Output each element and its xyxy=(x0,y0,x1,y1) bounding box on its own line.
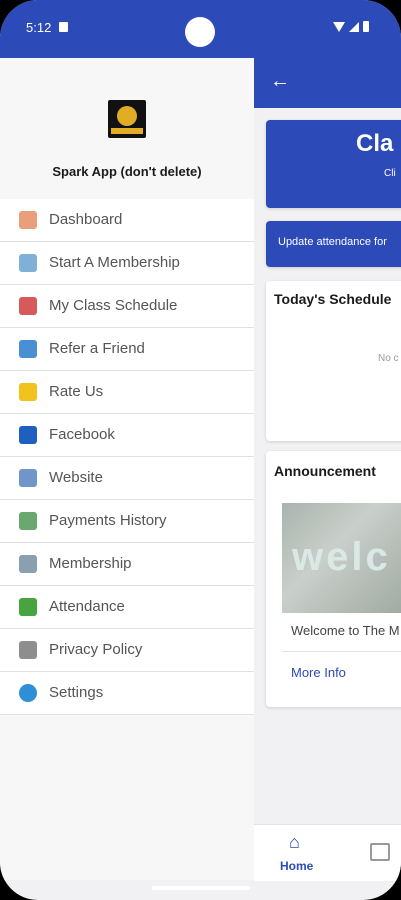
menu-item-label: Website xyxy=(49,469,103,486)
app-name: Spark App (don't delete) xyxy=(52,164,202,179)
menu-item-label: Payments History xyxy=(49,512,167,529)
menu-item-label: Membership xyxy=(49,555,132,572)
navigation-drawer: Spark App (don't delete) Dashboard Start… xyxy=(0,58,254,880)
menu-item-label: My Class Schedule xyxy=(49,297,178,314)
announcement-image-text: welc xyxy=(292,535,391,579)
divider xyxy=(282,651,401,652)
menu-item-label: Attendance xyxy=(49,598,125,615)
home-icon[interactable]: ⌂ xyxy=(289,833,307,851)
app-logo xyxy=(108,100,146,138)
battery-icon xyxy=(363,21,369,32)
announcement-image: welc xyxy=(282,503,401,613)
store-icon[interactable] xyxy=(370,843,390,861)
shield-icon xyxy=(19,641,37,659)
status-icons xyxy=(333,21,369,32)
sim-icon xyxy=(59,22,68,32)
home-indicator[interactable] xyxy=(152,886,250,890)
signal-icon xyxy=(349,21,359,32)
status-bar: 5:12 xyxy=(0,0,401,58)
announcement-card: Announcement welc Welcome to The M More … xyxy=(266,451,401,707)
menu-item-settings[interactable]: Settings xyxy=(0,672,254,715)
schedule-card: Today's Schedule No c xyxy=(266,281,401,441)
person-icon xyxy=(19,340,37,358)
wifi-icon xyxy=(333,21,345,32)
phone-screen: 5:12 ← Cla Cli Update attendance for Tod… xyxy=(0,0,401,900)
logo-banner xyxy=(111,128,143,134)
menu-item-website[interactable]: Website xyxy=(0,457,254,500)
gear-icon xyxy=(19,684,37,702)
house-icon xyxy=(19,211,37,229)
nav-home-label[interactable]: Home xyxy=(280,859,313,873)
star-icon xyxy=(19,383,37,401)
menu-item-label: Rate Us xyxy=(49,383,104,400)
drawer-menu: Dashboard Start A Membership My Class Sc… xyxy=(0,199,254,715)
calendar-icon xyxy=(19,297,37,315)
status-time: 5:12 xyxy=(26,20,52,35)
menu-item-label: Privacy Policy xyxy=(49,641,143,658)
menu-item-start-membership[interactable]: Start A Membership xyxy=(0,242,254,285)
clipboard-icon xyxy=(19,555,37,573)
menu-item-label: Start A Membership xyxy=(49,254,180,271)
menu-item-rate-us[interactable]: Rate Us xyxy=(0,371,254,414)
menu-item-membership[interactable]: Membership xyxy=(0,543,254,586)
card-icon xyxy=(19,254,37,272)
menu-item-label: Facebook xyxy=(49,426,115,443)
class-title: Cla xyxy=(356,130,394,157)
camera-cutout xyxy=(185,17,215,47)
wallet-icon xyxy=(19,512,37,530)
announcement-text: Welcome to The M xyxy=(291,623,400,638)
schedule-empty-text: No c xyxy=(378,353,399,364)
logo-emblem xyxy=(117,106,137,126)
menu-item-label: Dashboard xyxy=(49,211,123,228)
class-subtitle: Cli xyxy=(384,168,396,179)
more-info-link[interactable]: More Info xyxy=(291,665,346,680)
announcement-title: Announcement xyxy=(274,463,376,479)
menu-item-class-schedule[interactable]: My Class Schedule xyxy=(0,285,254,328)
menu-item-dashboard[interactable]: Dashboard xyxy=(0,199,254,242)
class-card[interactable]: Cla Cli xyxy=(266,120,401,208)
facebook-icon xyxy=(19,426,37,444)
menu-item-privacy-policy[interactable]: Privacy Policy xyxy=(0,629,254,672)
menu-item-facebook[interactable]: Facebook xyxy=(0,414,254,457)
bottom-nav: ⌂ Home xyxy=(254,824,401,881)
menu-item-attendance[interactable]: Attendance xyxy=(0,586,254,629)
menu-item-label: Settings xyxy=(49,684,104,701)
checkbox-icon xyxy=(19,598,37,616)
globe-icon xyxy=(19,469,37,487)
update-attendance-banner[interactable]: Update attendance for xyxy=(266,221,401,267)
back-arrow-icon[interactable]: ← xyxy=(270,70,290,93)
menu-item-label: Refer a Friend xyxy=(49,340,145,357)
update-attendance-text: Update attendance for xyxy=(278,236,387,248)
schedule-title: Today's Schedule xyxy=(274,291,392,307)
menu-item-payments-history[interactable]: Payments History xyxy=(0,500,254,543)
menu-item-refer-friend[interactable]: Refer a Friend xyxy=(0,328,254,371)
